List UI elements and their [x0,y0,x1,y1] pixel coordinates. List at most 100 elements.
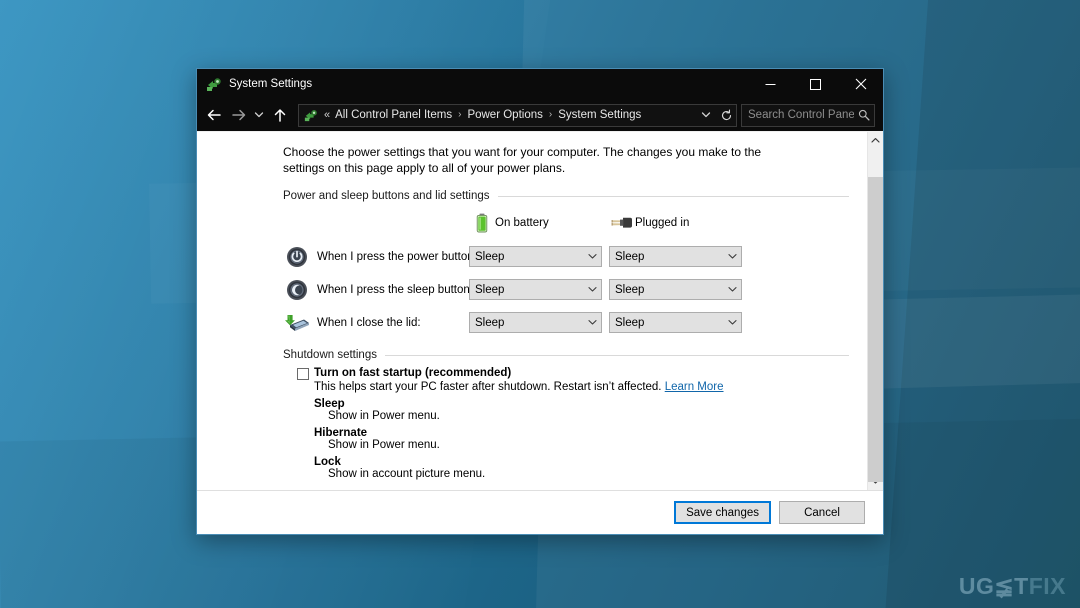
column-header-on-battery: On battery [469,213,609,233]
shutdown-option-lock-title: Lock [314,456,341,468]
combo-power-button-on-battery[interactable]: Sleep [469,246,602,267]
laptop-lid-icon [283,310,311,336]
group-header-label: Power and sleep buttons and lid settings [283,190,490,202]
chevron-down-icon[interactable] [724,319,741,326]
combo-sleep-button-on-battery[interactable]: Sleep [469,279,602,300]
shutdown-option-hibernate[interactable]: Hibernate Show in Power menu. [283,427,849,451]
refresh-button[interactable] [716,105,736,126]
breadcrumb-all-control-panel-items[interactable]: All Control Panel Items [334,109,453,121]
chevron-down-icon[interactable] [724,253,741,260]
search-control-panel-box[interactable]: Search Control Panel [741,103,875,127]
window-titlebar[interactable]: System Settings [197,69,883,99]
chevron-down-icon[interactable] [584,319,601,326]
page-intro-text: Choose the power settings that you want … [283,145,762,175]
chevron-down-icon[interactable] [584,253,601,260]
breadcrumb-power-options[interactable]: Power Options [466,109,543,121]
system-settings-window: System Settings « All Control Panel Item… [196,68,884,535]
checkbox-fast-startup-label[interactable]: Turn on fast startup (recommended) [314,367,511,379]
chevron-down-icon [254,112,264,118]
address-bar[interactable]: « All Control Panel Items › Power Option… [298,103,737,127]
shutdown-option-sleep-sub[interactable]: Show in Power menu. [314,410,849,422]
combo-close-lid-plugged-in-value: Sleep [615,316,645,329]
back-arrow-icon [207,109,221,121]
combo-power-button-plugged-in[interactable]: Sleep [609,246,742,267]
window-title: System Settings [229,78,313,90]
watermark-part-dim: FIX [1028,573,1066,599]
wallpaper-shadow-right [881,0,1080,608]
breadcrumb-separator-1[interactable]: › [453,110,466,120]
column-header-on-battery-label: On battery [495,217,549,229]
back-button[interactable] [201,102,226,128]
sleep-button-icon [283,277,311,303]
combo-sleep-button-plugged-in[interactable]: Sleep [609,279,742,300]
recent-locations-button[interactable] [251,102,267,128]
navigation-bar: « All Control Panel Items › Power Option… [197,99,883,131]
checkbox-row-fast-startup[interactable]: Turn on fast startup (recommended) [283,367,849,380]
scrollbar-thumb[interactable] [868,177,883,482]
ugetfix-watermark: UG≨TFIX [959,573,1066,600]
setting-label-close-lid: When I close the lid: [317,316,421,329]
up-arrow-icon [274,108,285,122]
scrollbar-track[interactable] [868,149,883,482]
combo-close-lid-on-battery-value: Sleep [475,316,505,329]
address-control-panel-icon [304,108,318,122]
close-icon [855,78,866,90]
group-header-power-and-sleep: Power and sleep buttons and lid settings [283,190,849,202]
settings-panel: Choose the power settings that you want … [197,132,867,490]
setting-row-power-button: When I press the power button: Sleep Sle… [283,240,849,273]
setting-row-close-lid: When I close the lid: Sleep Sleep [283,306,849,339]
chevron-down-icon[interactable] [584,286,601,293]
power-plug-icon [609,215,635,231]
scroll-up-button[interactable] [868,132,883,149]
search-input[interactable]: Search Control Panel [742,109,854,121]
save-changes-button[interactable]: Save changes [674,501,771,524]
group-header-rule [497,195,849,197]
watermark-part-bright: UG [958,573,995,599]
refresh-icon [721,109,731,120]
shutdown-settings-block: Shutdown settings Turn on fast startup (… [283,349,849,480]
shutdown-option-lock[interactable]: Lock Show in account picture menu. [283,456,849,480]
breadcrumb-overflow[interactable]: « [322,109,334,121]
cancel-button[interactable]: Cancel [779,501,865,524]
dialog-footer: Save changes Cancel [197,490,883,534]
combo-power-button-on-battery-value: Sleep [475,250,505,263]
forward-button[interactable] [226,102,251,128]
address-dropdown-button[interactable] [696,105,716,126]
group-header-shutdown-label: Shutdown settings [283,349,377,361]
column-header-plugged-in: Plugged in [609,215,749,231]
content-area: Choose the power settings that you want … [197,131,883,490]
learn-more-link[interactable]: Learn More [665,381,724,393]
minimize-icon [765,83,776,85]
minimize-button[interactable] [748,69,793,99]
group-header-shutdown-settings: Shutdown settings [283,349,849,361]
shutdown-option-hibernate-sub[interactable]: Show in Power menu. [314,439,849,451]
combo-sleep-button-plugged-in-value: Sleep [615,283,645,296]
chevron-up-icon [871,138,880,143]
battery-icon [469,213,495,233]
combo-close-lid-plugged-in[interactable]: Sleep [609,312,742,333]
checkbox-fast-startup[interactable] [297,368,309,380]
shutdown-option-sleep[interactable]: Sleep Show in Power menu. [283,398,849,422]
setting-label-power-button: When I press the power button: [317,250,477,263]
control-panel-icon [206,76,222,92]
maximize-button[interactable] [793,69,838,99]
breadcrumb-separator-2[interactable]: › [544,110,557,120]
search-icon[interactable] [854,109,874,121]
forward-arrow-icon [231,109,245,121]
watermark-part-mid: ≨T [994,573,1029,599]
power-button-icon [283,244,311,270]
combo-power-button-plugged-in-value: Sleep [615,250,645,263]
fast-startup-description: This helps start your PC faster after sh… [283,381,849,393]
desktop-background: UG≨TFIX System Settings « All Control Pa… [0,0,1080,608]
shutdown-option-lock-sub[interactable]: Show in account picture menu. [314,468,849,480]
chevron-down-icon[interactable] [724,286,741,293]
vertical-scrollbar[interactable] [867,132,883,490]
breadcrumb-system-settings[interactable]: System Settings [557,109,642,121]
combo-close-lid-on-battery[interactable]: Sleep [469,312,602,333]
maximize-icon [810,78,821,90]
setting-label-sleep-button: When I press the sleep button: [317,283,473,296]
close-button[interactable] [838,69,883,99]
column-headers-row: On battery Plugged in [283,206,849,240]
fast-startup-description-text: This helps start your PC faster after sh… [314,381,662,393]
up-button[interactable] [267,102,292,128]
